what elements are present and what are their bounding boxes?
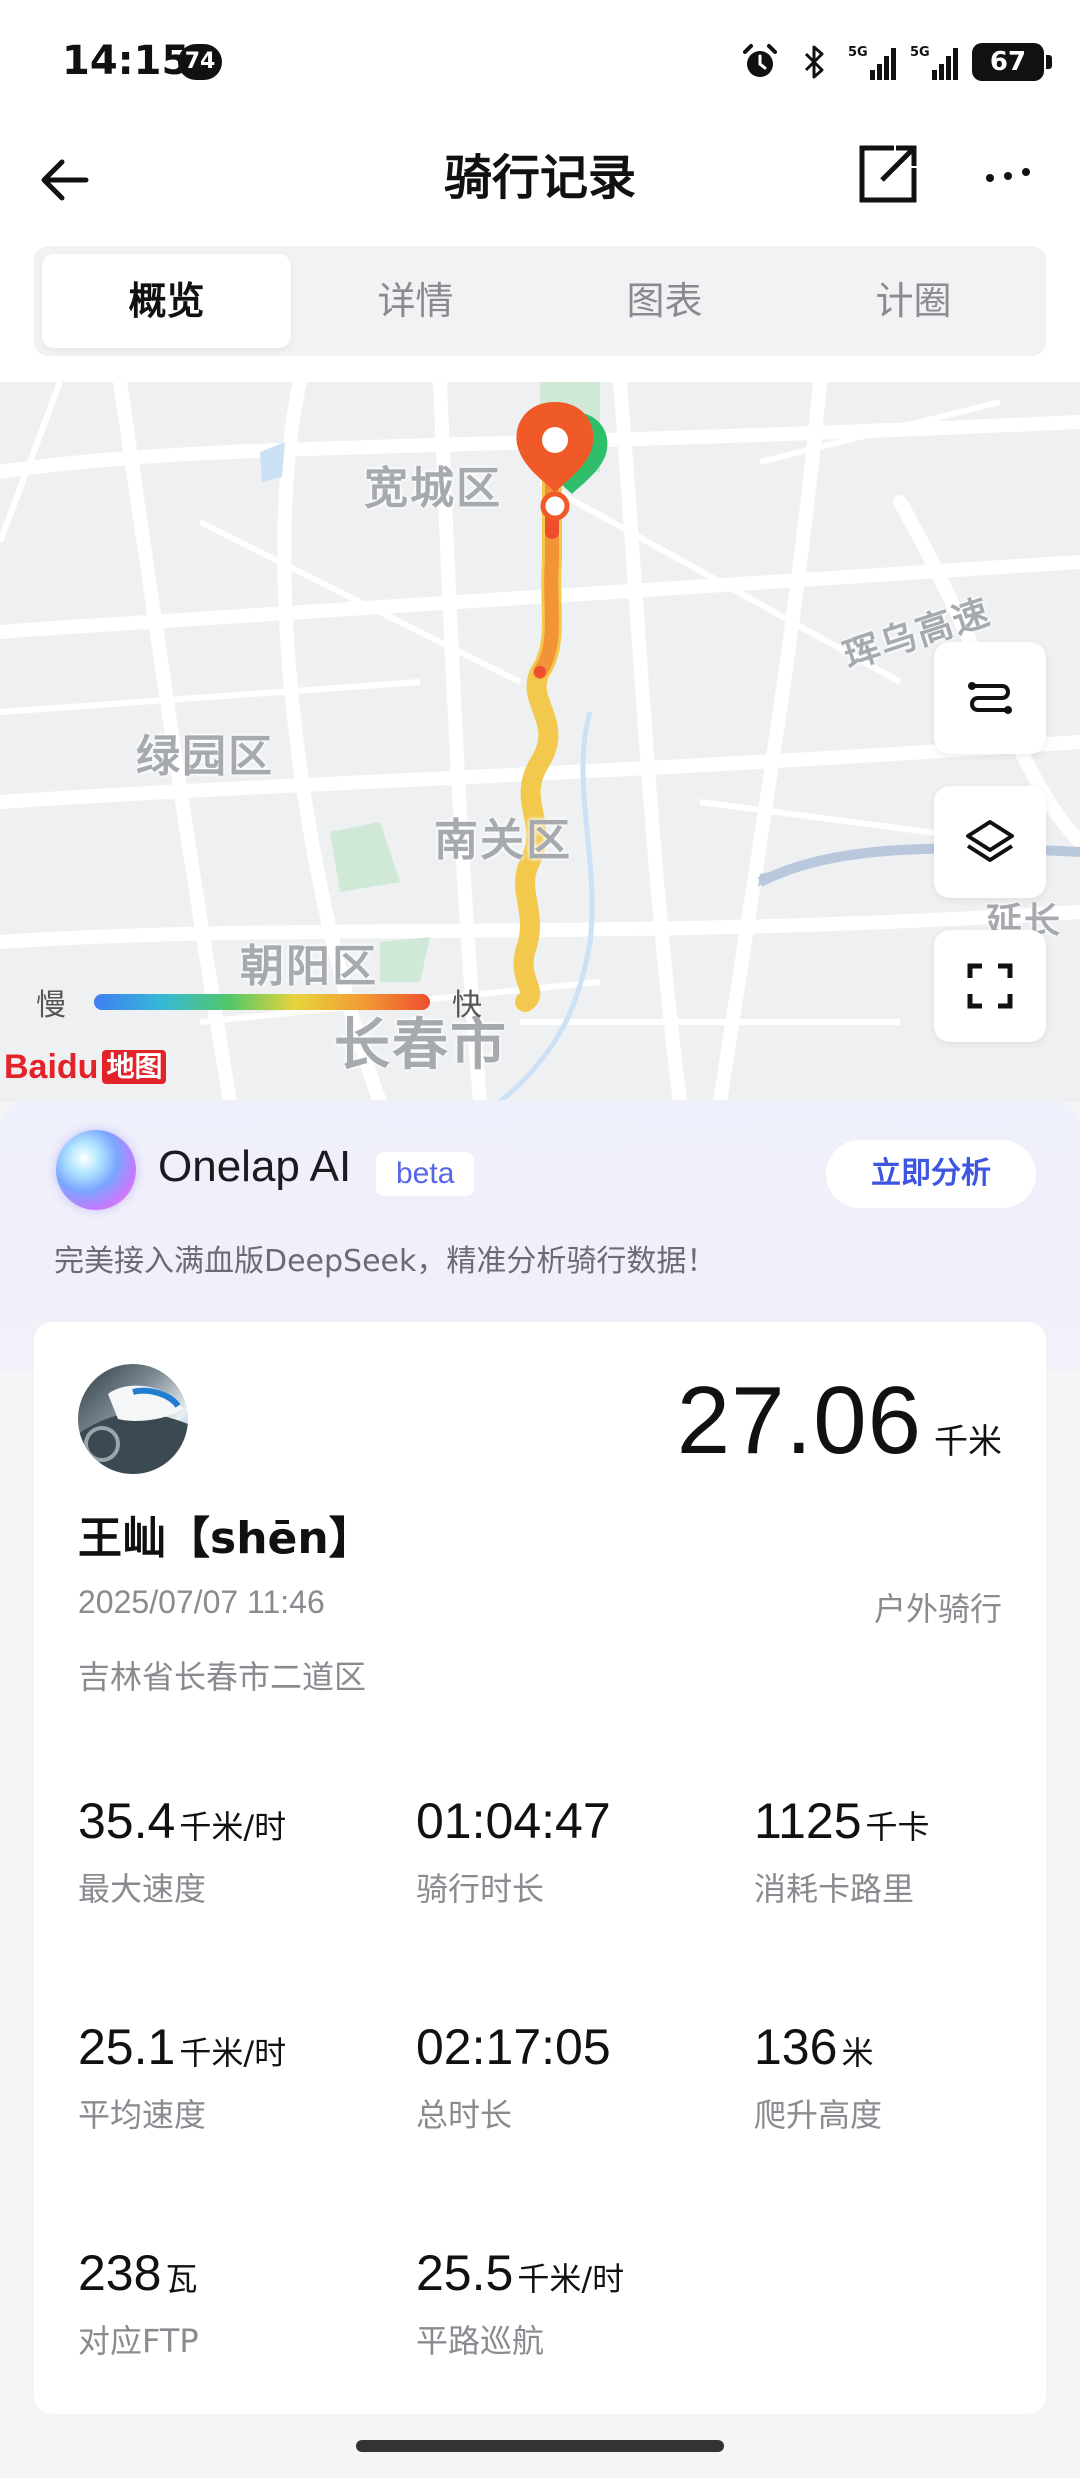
ride-summary-card: 27.06 千米 王屾【shēn】 2025/07/07 11:46 户外骑行 … — [34, 1322, 1046, 2414]
stat-label: 平均速度 — [78, 2096, 207, 2134]
distance-value: 27.06 — [676, 1367, 922, 1474]
stat-avg-speed: 25.1 千米/时 平均速度 — [78, 2018, 408, 2136]
stat-unit: 千米/时 — [517, 2260, 625, 2298]
alarm-icon — [743, 44, 777, 77]
layers-icon — [966, 820, 1014, 862]
baidu-suffix: 地图 — [102, 1050, 167, 1084]
stat-unit: 千卡 — [865, 1808, 930, 1846]
notification-badge: 74 — [178, 44, 222, 80]
tab-details[interactable]: 详情 — [291, 254, 540, 348]
map-label-district: 南关区 — [434, 815, 572, 866]
onelap-ai-logo — [56, 1130, 136, 1210]
ai-name: Onelap AI — [158, 1142, 352, 1191]
stat-value: 02:17:05 — [416, 2019, 611, 2075]
start-pin — [516, 402, 594, 521]
speed-gradient-bar — [94, 994, 430, 1010]
battery-indicator: 67 — [972, 43, 1052, 81]
svg-text:5G: 5G — [848, 45, 868, 60]
legend-slow-label: 慢 — [36, 988, 66, 1023]
stat-value: 25.1 — [78, 2019, 176, 2075]
more-icon[interactable] — [968, 134, 1048, 214]
status-bar: 14:15 74 5G 5G 67 — [0, 0, 1080, 120]
tab-laps[interactable]: 计圈 — [789, 254, 1038, 348]
stat-value: 35.4 — [78, 1793, 176, 1849]
stat-value: 25.5 — [416, 2245, 514, 2301]
map-label-district: 绿园区 — [136, 731, 274, 782]
stat-label: 平路巡航 — [416, 2322, 545, 2360]
baidu-brand: Baidu — [4, 1047, 99, 1086]
stat-label: 对应FTP — [78, 2322, 199, 2360]
speed-legend: 慢 快 — [36, 980, 482, 1024]
map-provider-logo: Baidu 地图 — [4, 1042, 167, 1092]
stat-ride-duration: 01:04:47 骑行时长 — [416, 1792, 746, 1910]
stat-label: 爬升高度 — [754, 2096, 883, 2134]
stat-total-duration: 02:17:05 总时长 — [416, 2018, 746, 2136]
analyze-now-button[interactable]: 立即分析 — [826, 1140, 1036, 1208]
ride-type: 户外骑行 — [873, 1590, 1002, 1628]
app-header: 骑行记录 — [0, 120, 1080, 248]
signal-icon: 5G — [848, 45, 896, 80]
signal-icon: 5G — [910, 45, 958, 80]
route-toggle-button[interactable] — [934, 642, 1046, 754]
legend-fast-label: 快 — [452, 988, 482, 1023]
status-time: 14:15 — [62, 38, 190, 84]
stat-elevation-gain: 136 米 爬升高度 — [754, 2018, 1080, 2136]
ride-location: 吉林省长春市二道区 — [78, 1658, 367, 1696]
share-icon[interactable] — [848, 134, 928, 214]
stat-unit: 瓦 — [165, 2260, 198, 2298]
stat-label: 总时长 — [416, 2096, 513, 2134]
ride-distance: 27.06 千米 — [677, 1366, 1002, 1476]
ride-datetime: 2025/07/07 11:46 — [78, 1584, 325, 1620]
fullscreen-icon — [967, 963, 1013, 1009]
status-icons: 5G 5G 67 — [740, 40, 1052, 84]
user-name: 王屾【shēn】 — [78, 1513, 373, 1564]
stat-unit: 千米/时 — [179, 1808, 287, 1846]
stat-max-speed: 35.4 千米/时 最大速度 — [78, 1792, 408, 1910]
route-icon — [968, 682, 1012, 714]
fullscreen-button[interactable] — [934, 930, 1046, 1042]
distance-unit: 千米 — [934, 1422, 1002, 1462]
stat-value: 1125 — [754, 1793, 862, 1849]
tab-bar-container: 概览 详情 图表 计圈 — [0, 240, 1080, 382]
bluetooth-icon — [804, 45, 824, 79]
stat-unit: 米 — [841, 2034, 874, 2072]
layers-button[interactable] — [934, 786, 1046, 898]
tab-charts[interactable]: 图表 — [540, 254, 789, 348]
route-map[interactable]: 宽城区 绿园区 南关区 朝阳区 长春市 珲乌高速 延长 慢 快 Baidu 地图 — [0, 382, 1080, 1102]
stat-value: 136 — [754, 2019, 838, 2075]
tab-bar: 概览 详情 图表 计圈 — [34, 246, 1046, 356]
tab-overview[interactable]: 概览 — [42, 254, 291, 348]
svg-text:5G: 5G — [910, 45, 930, 60]
beta-badge: beta — [376, 1152, 475, 1196]
stat-calories: 1125 千卡 消耗卡路里 — [754, 1792, 1080, 1910]
stat-label: 骑行时长 — [416, 1870, 545, 1908]
stat-flat-cruise: 25.5 千米/时 平路巡航 — [416, 2244, 746, 2362]
avatar-image — [78, 1385, 188, 1474]
map-label-district: 宽城区 — [364, 463, 502, 514]
stat-label: 最大速度 — [78, 1870, 207, 1908]
home-indicator[interactable] — [356, 2440, 724, 2452]
stat-unit: 千米/时 — [179, 2034, 287, 2072]
stat-value: 01:04:47 — [416, 1793, 611, 1849]
avatar[interactable] — [78, 1364, 188, 1474]
stat-ftp: 238 瓦 对应FTP — [78, 2244, 408, 2362]
ai-description: 完美接入满血版DeepSeek，精准分析骑行数据！ — [54, 1244, 717, 1279]
stat-value: 238 — [78, 2245, 162, 2301]
stat-label: 消耗卡路里 — [754, 1870, 915, 1908]
